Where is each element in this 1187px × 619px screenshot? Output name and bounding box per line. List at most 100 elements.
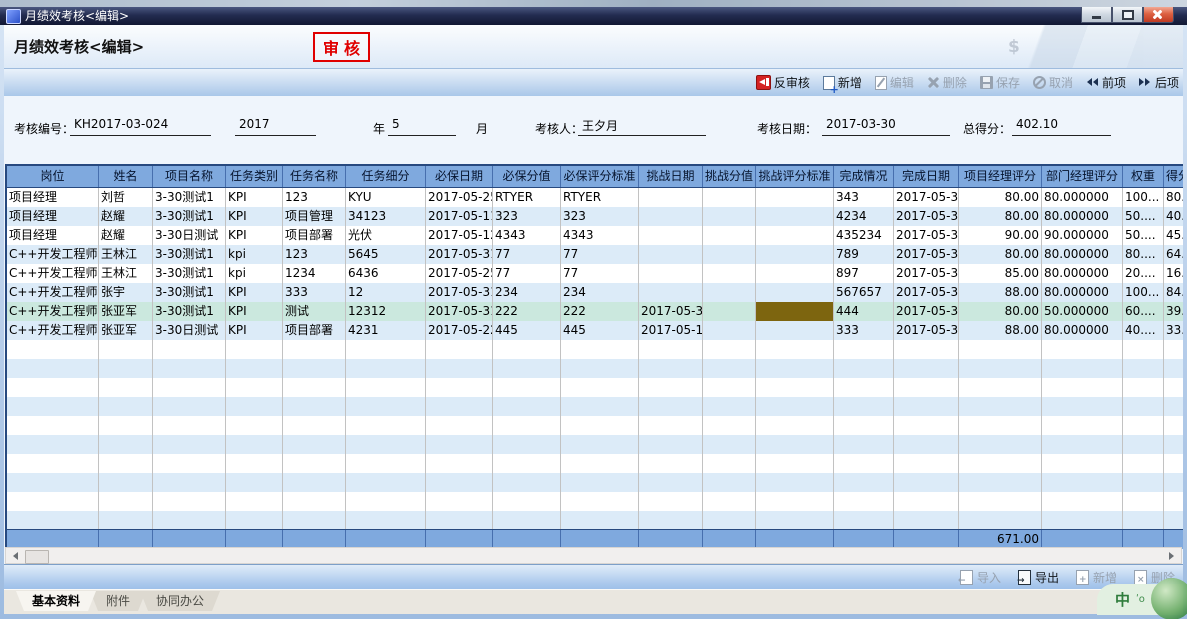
grid-cell[interactable] [226,397,283,416]
grid-cell[interactable] [346,473,426,492]
grid-cell[interactable] [959,511,1042,529]
grid-cell[interactable] [639,435,703,454]
grid-cell[interactable] [959,473,1042,492]
column-header[interactable]: 必保分值 [493,166,561,187]
grid-cell[interactable] [99,340,153,359]
grid-cell[interactable]: 测试 [283,302,346,321]
grid-cell[interactable] [894,416,959,435]
grid-cell[interactable] [7,397,99,416]
grid-cell[interactable]: 2017-05-25 [426,188,493,207]
grid-cell[interactable] [426,397,493,416]
grid-cell[interactable]: 4343 [561,226,639,245]
grid-cell[interactable] [153,340,226,359]
grid-cell[interactable] [1164,416,1183,435]
grid-cell[interactable]: 234 [493,283,561,302]
grid-cell[interactable]: KPI [226,283,283,302]
table-row-empty[interactable] [7,378,1183,397]
grid-cell[interactable] [346,378,426,397]
column-header[interactable]: 挑战日期 [639,166,703,187]
grid-cell[interactable] [7,454,99,473]
grid-cell[interactable] [1042,378,1123,397]
grid-cell[interactable]: 100... [1123,188,1164,207]
grid-cell[interactable] [639,207,703,226]
grid-cell[interactable] [756,378,834,397]
grid-cell[interactable]: 333 [834,321,894,340]
grid-cell[interactable] [703,454,756,473]
grid-cell[interactable]: C++开发工程师 [7,264,99,283]
grid-cell[interactable]: kpi [226,245,283,264]
grid-cell[interactable] [703,207,756,226]
grid-cell[interactable] [1164,473,1183,492]
grid-cell[interactable] [1042,359,1123,378]
grid-cell[interactable] [561,454,639,473]
grid-cell[interactable]: 2017-05-31 [426,302,493,321]
grid-cell[interactable]: 项目经理 [7,226,99,245]
grid-cell[interactable] [7,378,99,397]
grid-cell[interactable] [703,245,756,264]
grid-cell[interactable] [959,378,1042,397]
grid-cell[interactable] [226,473,283,492]
grid-cell[interactable] [703,340,756,359]
grid-cell[interactable] [1164,340,1183,359]
grid-cell[interactable]: 84. [1164,283,1183,302]
grid-cell[interactable]: 445 [493,321,561,340]
grid-cell[interactable] [226,340,283,359]
grid-cell[interactable]: C++开发工程师 [7,283,99,302]
grid-cell[interactable] [1042,340,1123,359]
grid-cell[interactable] [283,359,346,378]
grid-cell[interactable]: 赵耀 [99,207,153,226]
grid-cell[interactable]: 123 [283,188,346,207]
grid-cell[interactable]: 333 [283,283,346,302]
grid-cell[interactable] [639,397,703,416]
grid-cell[interactable]: 项目经理 [7,188,99,207]
table-row-empty[interactable] [7,435,1183,454]
grid-cell[interactable] [426,454,493,473]
grid-cell[interactable]: 刘哲 [99,188,153,207]
close-button[interactable] [1143,7,1174,23]
grid-cell[interactable]: 64. [1164,245,1183,264]
grid-cell[interactable]: KPI [226,302,283,321]
grid-cell[interactable] [639,359,703,378]
grid-cell[interactable] [703,188,756,207]
grid-cell[interactable]: kpi [226,264,283,283]
grid-cell[interactable] [226,416,283,435]
grid-cell[interactable]: 4234 [834,207,894,226]
grid-cell[interactable] [894,511,959,529]
grid-cell[interactable]: 2017-05-31 [894,245,959,264]
grid-cell[interactable] [99,435,153,454]
grid-cell[interactable]: 2017-05-31 [894,321,959,340]
table-row[interactable]: C++开发工程师张亚军3-30日测试KPI项目部署42312017-05-224… [7,321,1183,340]
grid-cell[interactable]: 12312 [346,302,426,321]
table-row-empty[interactable] [7,416,1183,435]
grid-cell[interactable] [346,454,426,473]
grid-cell[interactable]: 3-30日测试 [153,226,226,245]
grid-cell[interactable]: 234 [561,283,639,302]
grid-cell[interactable] [703,473,756,492]
grid-cell[interactable] [834,511,894,529]
grid-cell[interactable] [283,454,346,473]
grid-cell[interactable] [283,378,346,397]
table-row[interactable]: C++开发工程师王林江3-30测试1kpi123464362017-05-257… [7,264,1183,283]
grid-cell[interactable] [1123,454,1164,473]
table-row-empty[interactable] [7,473,1183,492]
assessment-no-field[interactable]: KH2017-03-024 [70,117,211,136]
grid-cell[interactable]: 2017-05-30 [894,264,959,283]
grid-cell[interactable]: KPI [226,321,283,340]
grid-cell[interactable] [1123,378,1164,397]
grid-cell[interactable] [1042,416,1123,435]
grid-cell[interactable] [834,378,894,397]
grid-cell[interactable]: 80. [1164,188,1183,207]
grid-cell[interactable] [703,226,756,245]
grid-cell[interactable] [561,435,639,454]
grid-cell[interactable] [1123,340,1164,359]
grid-cell[interactable]: KYU [346,188,426,207]
grid-cell[interactable]: 80.000000 [1042,321,1123,340]
grid-cell[interactable] [346,435,426,454]
column-header[interactable]: 得分 [1164,166,1183,187]
grid-cell[interactable]: 222 [561,302,639,321]
grid-cell[interactable] [493,340,561,359]
grid-cell[interactable]: 90.000000 [1042,226,1123,245]
grid-cell[interactable]: 77 [493,264,561,283]
grid-cell[interactable] [1042,435,1123,454]
grid-cell[interactable] [834,397,894,416]
